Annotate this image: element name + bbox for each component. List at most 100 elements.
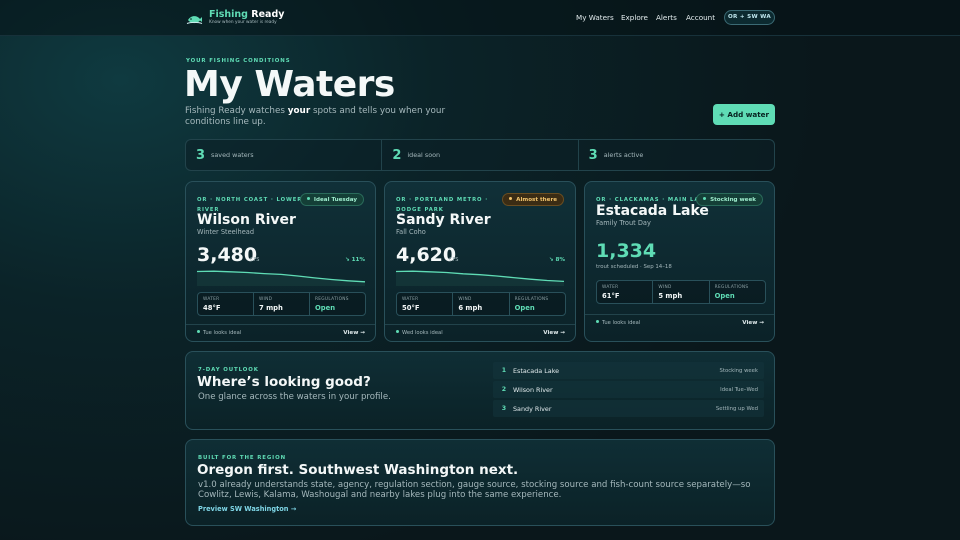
outlook-panel: 7-DAY OUTLOOK Where’s looking good? One … — [185, 351, 775, 430]
condition-value: 61°F — [602, 292, 620, 300]
water-card-sandy-river[interactable]: OR · PORTLAND METRO · DODGE PARK Almost … — [384, 181, 576, 342]
condition-label: REGULATIONS — [315, 297, 349, 302]
card-flow-value: 4,620 — [396, 244, 457, 266]
card-water-name: Estacada Lake — [596, 203, 709, 219]
brand-logo-link[interactable]: Fishing Ready Know when your water is re… — [186, 9, 284, 26]
region-selector-button[interactable]: OR + SW WA — [724, 10, 775, 25]
nav-account[interactable]: Account — [686, 13, 715, 22]
stat-ideal-soon: 2 ideal soon — [382, 140, 579, 170]
add-water-button[interactable]: + Add water — [713, 104, 775, 125]
stat-number: 2 — [392, 147, 402, 163]
outlook-eyebrow: 7-DAY OUTLOOK — [198, 367, 259, 373]
outlook-water-name: Sandy River — [513, 404, 552, 413]
card-river-name: Wilson River — [197, 212, 296, 228]
outlook-status: Stocking week — [719, 367, 758, 374]
card-species: Fall Coho — [396, 228, 426, 236]
condition-label: WIND — [259, 297, 273, 302]
condition-label: WATER — [402, 297, 419, 302]
condition-value: 7 mph — [259, 304, 283, 312]
flow-trend-sparkline — [197, 270, 365, 286]
card-footer: Tue looks ideal View → — [585, 314, 774, 330]
condition-regulations: REGULATIONS Open — [310, 293, 365, 315]
region-eyebrow: BUILT FOR THE REGION — [198, 455, 286, 461]
condition-wind: WIND 5 mph — [653, 281, 710, 303]
condition-water: WATER 61°F — [597, 281, 654, 303]
region-description: v1.0 already understands state, agency, … — [198, 480, 751, 500]
outlook-title: Where’s looking good? — [197, 374, 371, 390]
condition-value: 48°F — [203, 304, 221, 312]
water-card-estacada-lake[interactable]: OR · CLACKAMAS · MAIN LAKE Stocking week… — [584, 181, 775, 342]
condition-label: REGULATIONS — [714, 285, 749, 290]
view-link[interactable]: View → — [543, 330, 565, 336]
condition-label: WATER — [203, 297, 220, 302]
card-footer-note: Tue looks ideal — [596, 320, 640, 326]
outlook-row[interactable]: 2 Wilson River Ideal Tue–Wed — [493, 381, 764, 398]
condition-label: WIND — [458, 297, 472, 302]
brand-name: Fishing Ready — [209, 9, 284, 20]
nav-alerts[interactable]: Alerts — [656, 13, 677, 22]
fish-hook-logo-icon — [186, 15, 203, 24]
outlook-water-name: Wilson River — [513, 385, 553, 394]
subtitle-part: Fishing Ready watches — [185, 106, 288, 116]
conditions-grid: WATER 50°F WIND 6 mph REGULATIONS Open — [396, 292, 566, 316]
status-dot-icon — [509, 197, 513, 200]
card-flow-change: ↘ 11% — [344, 257, 365, 263]
conditions-grid: WATER 61°F WIND 5 mph REGULATIONS Open — [596, 280, 766, 304]
preview-sw-washington-link[interactable]: Preview SW Washington → — [198, 505, 296, 513]
condition-value: 6 mph — [458, 304, 483, 312]
outlook-list: 1 Estacada Lake Stocking week 2 Wilson R… — [493, 362, 764, 419]
badge-label: Ideal Tuesday — [313, 197, 357, 203]
condition-wind: WIND 6 mph — [453, 293, 510, 315]
flow-trend-sparkline — [396, 270, 564, 286]
card-flow-value: 3,480 — [197, 244, 258, 266]
condition-regulations: REGULATIONS Open — [510, 293, 565, 315]
view-link[interactable]: View → — [742, 320, 764, 326]
outlook-water-name: Estacada Lake — [513, 366, 560, 375]
footer-note-text: Tue looks ideal — [602, 320, 641, 326]
subtitle-emphasis: your — [287, 106, 311, 116]
condition-value: Open — [315, 304, 336, 312]
footer-note-text: Wed looks ideal — [402, 330, 443, 336]
outlook-status: Settling up Wed — [715, 405, 758, 412]
condition-value: 50°F — [402, 304, 420, 312]
stats-bar: 3 saved waters 2 ideal soon 3 alerts act… — [185, 139, 775, 171]
nav-my-waters[interactable]: My Waters — [576, 13, 614, 22]
card-river-name: Sandy River — [396, 212, 491, 228]
outlook-rank: 2 — [501, 386, 507, 393]
outlook-rank: 1 — [501, 367, 507, 374]
nav-explore[interactable]: Explore — [621, 13, 648, 22]
card-species: Winter Steelhead — [197, 228, 255, 236]
condition-value: 5 mph — [658, 292, 683, 300]
region-title: Oregon first. Southwest Washington next. — [197, 462, 519, 478]
badge-label: Stocking week — [710, 197, 756, 203]
stat-label: alerts active — [603, 151, 644, 159]
outlook-row[interactable]: 3 Sandy River Settling up Wed — [493, 400, 764, 417]
condition-water: WATER 50°F — [397, 293, 454, 315]
card-flow-unit: CFS — [250, 257, 260, 263]
water-card-wilson-river[interactable]: OR · NORTH COAST · LOWER RIVER Ideal Tue… — [185, 181, 376, 342]
card-flow-unit: CFS — [449, 257, 459, 263]
page-title: My Waters — [184, 64, 395, 105]
condition-wind: WIND 7 mph — [254, 293, 310, 315]
status-badge: Almost there — [502, 193, 564, 206]
status-dot-icon — [197, 330, 200, 333]
status-badge: Ideal Tuesday — [299, 193, 364, 206]
conditions-grid: WATER 48°F WIND 7 mph REGULATIONS Open — [197, 292, 366, 316]
stat-label: ideal soon — [407, 151, 441, 159]
outlook-status: Ideal Tue–Wed — [720, 386, 758, 393]
view-link[interactable]: View → — [343, 330, 365, 336]
sparkline-area — [396, 271, 564, 286]
status-dot-icon — [703, 197, 707, 200]
status-dot-icon — [396, 330, 399, 333]
condition-label: WATER — [602, 285, 619, 290]
card-footer: Wed looks ideal View → — [385, 324, 575, 340]
footer-note-text: Tue looks ideal — [203, 330, 242, 336]
stat-alerts-active: 3 alerts active — [579, 140, 774, 170]
top-navigation-bar: Fishing Ready Know when your water is re… — [0, 0, 960, 36]
status-dot-icon — [306, 197, 310, 200]
outlook-row[interactable]: 1 Estacada Lake Stocking week — [493, 362, 764, 379]
card-footer: Tue looks ideal View → — [186, 324, 375, 340]
card-footer-note: Wed looks ideal — [396, 330, 443, 336]
brand-name-second: Ready — [247, 9, 285, 20]
stat-number: 3 — [196, 147, 206, 163]
